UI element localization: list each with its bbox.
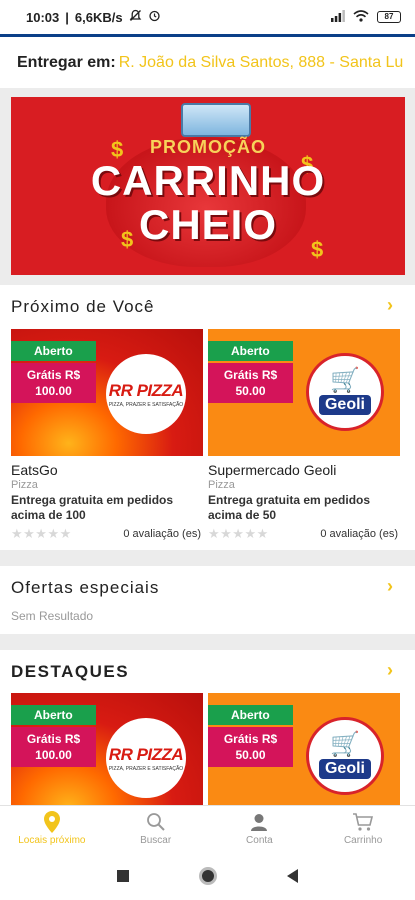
nav-label: Conta (246, 835, 273, 846)
silent-icon (129, 9, 142, 25)
store-image: Aberto Grátis R$ 50.00 🛒 Geoli (208, 329, 400, 456)
nav-cart[interactable]: Carrinho (311, 806, 415, 851)
banner-title-line1: CARRINHO (90, 157, 326, 204)
system-navigation-bar (0, 851, 415, 900)
store-category: Pizza (11, 479, 38, 491)
account-icon (249, 811, 269, 833)
store-offer: Entrega gratuita em pedidos acima de 50 (208, 493, 371, 522)
back-icon[interactable] (287, 868, 298, 883)
store-card[interactable]: Aberto Grátis R$ 50.00 🛒 Geoli (208, 693, 400, 805)
nav-label: Locais próximo (18, 835, 86, 846)
store-rating: ★★★★★ 0 avaliação (es) (11, 526, 203, 542)
nav-label: Buscar (140, 835, 172, 846)
section-title-nearby: Próximo de Você (11, 297, 155, 316)
geoli-logo: 🛒 Geoli (306, 717, 384, 795)
clock: 10:03 (26, 9, 60, 25)
deliver-label: Entregar em: (17, 53, 116, 71)
cart-icon (352, 811, 374, 833)
section-title-offers: Ofertas especiais (11, 578, 160, 597)
cart-logo-icon: 🛒 (330, 367, 360, 394)
offers-see-more-arrow-icon[interactable]: › (387, 576, 393, 597)
nearby-section: Próximo de Você › Aberto Grátis R$ 100.0… (0, 285, 415, 550)
network-speed: 6,6KB/s (74, 9, 123, 25)
free-delivery-badge: Grátis R$ 100.00 (11, 727, 96, 767)
delivery-address-bar[interactable]: Entregar em: R. João da Silva Santos, 88… (0, 34, 415, 88)
rating-stars-icon: ★★★★★ (11, 526, 72, 541)
store-card[interactable]: Aberto Grátis R$ 100.00 RR PIZZA PIZZA, … (11, 329, 203, 542)
rr-pizza-logo: RR PIZZA PIZZA, PRAZER E SATISFAÇÃO (106, 354, 186, 434)
alarm-icon (148, 9, 161, 25)
open-badge: Aberto (11, 341, 96, 361)
store-name: EatsGo (11, 462, 58, 478)
nearby-see-more-arrow-icon[interactable]: › (387, 295, 393, 316)
cart-logo-icon: 🛒 (330, 731, 360, 758)
banner-promo-text: PROMOÇÃO (150, 137, 266, 157)
geoli-logo: 🛒 Geoli (306, 353, 384, 431)
status-bar: 10:03 | 6,6KB/s 87 (0, 0, 415, 34)
signal-icon (331, 9, 345, 25)
nav-account[interactable]: Conta (208, 806, 312, 851)
special-offers-section: Ofertas especiais › Sem Resultado (0, 566, 415, 634)
open-badge: Aberto (11, 705, 96, 725)
review-count: 0 avaliação (es) (123, 528, 201, 540)
store-image: Aberto Grátis R$ 100.00 RR PIZZA PIZZA, … (11, 693, 203, 805)
nav-label: Carrinho (343, 835, 383, 846)
highlights-see-more-arrow-icon[interactable]: › (387, 660, 393, 681)
rr-pizza-logo: RR PIZZA PIZZA, PRAZER E SATISFAÇÃO (106, 718, 186, 798)
store-rating: ★★★★★ 0 avaliação (es) (208, 526, 400, 542)
search-icon (146, 811, 166, 833)
store-card[interactable]: Aberto Grátis R$ 50.00 🛒 Geoli Supermerc… (208, 329, 400, 542)
free-delivery-badge: Grátis R$ 50.00 (208, 727, 293, 767)
battery-icon: 87 (377, 11, 401, 23)
location-pin-icon (43, 811, 60, 833)
open-badge: Aberto (208, 341, 293, 361)
promo-banner[interactable]: $ $ $ $ PROMOÇÃO CARRINHO CHEIO (11, 97, 405, 275)
store-category: Pizza (208, 479, 235, 491)
store-name: Supermercado Geoli (208, 462, 337, 478)
empty-result-text: Sem Resultado (11, 609, 94, 623)
rating-stars-icon: ★★★★★ (208, 526, 269, 541)
wifi-icon (353, 9, 369, 25)
store-image: Aberto Grátis R$ 100.00 RR PIZZA PIZZA, … (11, 329, 203, 456)
store-image: Aberto Grátis R$ 50.00 🛒 Geoli (208, 693, 400, 805)
banner-title-line2: CHEIO (138, 201, 277, 248)
free-delivery-badge: Grátis R$ 100.00 (11, 363, 96, 403)
delivery-address[interactable]: R. João da Silva Santos, 888 - Santa Lu (119, 54, 404, 72)
open-badge: Aberto (208, 705, 293, 725)
review-count: 0 avaliação (es) (320, 528, 398, 540)
nav-search[interactable]: Buscar (104, 806, 208, 851)
home-icon[interactable] (199, 866, 217, 885)
section-title-highlights: DESTAQUES (11, 662, 130, 681)
bottom-navigation: Locais próximo Buscar Conta Carrinho (0, 805, 415, 851)
free-delivery-badge: Grátis R$ 50.00 (208, 363, 293, 403)
highlights-section: DESTAQUES › Aberto Grátis R$ 100.00 RR P… (0, 650, 415, 805)
banner-cart-image (181, 103, 251, 137)
nav-nearby[interactable]: Locais próximo (0, 806, 104, 851)
store-offer: Entrega gratuita em pedidos acima de 100 (11, 493, 174, 522)
store-card[interactable]: Aberto Grátis R$ 100.00 RR PIZZA PIZZA, … (11, 693, 203, 805)
recent-apps-icon[interactable] (117, 869, 129, 882)
